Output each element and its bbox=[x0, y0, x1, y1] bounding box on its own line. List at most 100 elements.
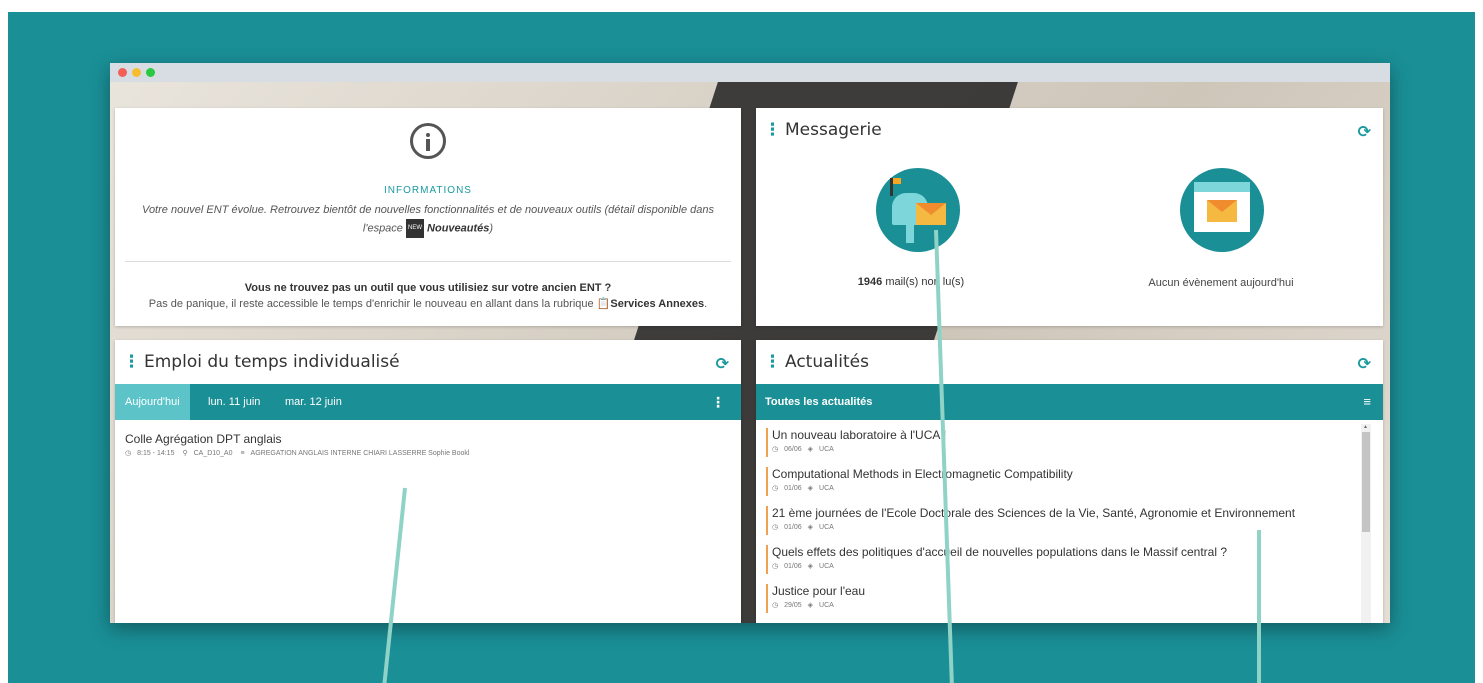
course-title[interactable]: Colle Agrégation DPT anglais bbox=[125, 432, 282, 446]
actualites-card: ⋮ Actualités ⟳ Toutes les actualités ≡ Un… bbox=[756, 340, 1383, 623]
minimize-dot[interactable] bbox=[132, 68, 141, 77]
list-icon: ≡ bbox=[240, 450, 245, 457]
clock-icon: ◷ bbox=[772, 524, 779, 531]
pointer-line-news bbox=[1257, 530, 1261, 683]
course-group: AGREGATION ANGLAIS INTERNE CHIARI LASSER… bbox=[250, 450, 470, 457]
layers-icon: ◈ bbox=[807, 524, 814, 531]
course-time: 8:15 - 14:15 bbox=[137, 450, 175, 457]
news-meta: ◷ 06/06 ◈ UCA bbox=[772, 443, 1358, 457]
envelope-icon bbox=[916, 203, 946, 225]
tab-mar-12-juin[interactable]: mar. 12 juin bbox=[275, 384, 352, 420]
mail-count-label: mail(s) non lu(s) bbox=[882, 276, 965, 288]
drag-handle-icon[interactable]: ⋮ bbox=[764, 120, 781, 140]
edt-title-text: Emploi du temps individualisé bbox=[144, 352, 400, 372]
background-photo: INFORMATIONS Votre nouvel ENT évolue. Re… bbox=[110, 82, 1390, 623]
news-item[interactable]: Un nouveau laboratoire à l'UCA ! ◷ 06/06 ◈… bbox=[766, 428, 1358, 457]
new-badge-icon: NEW bbox=[405, 219, 424, 238]
actualites-title-text: Actualités bbox=[785, 352, 869, 372]
mail-count-number: 1946 bbox=[857, 276, 883, 288]
mailbox-post bbox=[906, 223, 914, 243]
hint-end: . bbox=[704, 298, 708, 310]
news-date: 01/06 bbox=[784, 563, 802, 570]
news-item[interactable]: Quels effets des politiques d'accueil de… bbox=[766, 545, 1358, 574]
news-title[interactable]: Computational Methods in Electromagnetic… bbox=[772, 467, 1358, 482]
layers-icon: ◈ bbox=[807, 446, 814, 453]
actualites-title: ⋮ Actualités bbox=[764, 352, 869, 372]
filter-icon[interactable]: ≡ bbox=[1363, 394, 1371, 409]
drag-handle-icon[interactable]: ⋮ bbox=[764, 352, 781, 372]
no-event-text: Aucun évènement aujourd'hui bbox=[1148, 277, 1294, 289]
browser-window: INFORMATIONS Votre nouvel ENT évolue. Re… bbox=[110, 63, 1390, 623]
drag-handle-icon[interactable]: ⋮ bbox=[123, 352, 140, 372]
news-title[interactable]: Justice pour l'eau bbox=[772, 584, 1358, 599]
news-source: UCA bbox=[819, 485, 834, 492]
tab-lun-11-juin[interactable]: lun. 11 juin bbox=[198, 384, 270, 420]
edt-title: ⋮ Emploi du temps individualisé bbox=[123, 352, 400, 372]
news-item[interactable]: Computational Methods in Electromagnetic… bbox=[766, 467, 1358, 496]
news-meta: ◷ 01/06 ◈ UCA bbox=[772, 560, 1358, 574]
emploi-du-temps-card: ⋮ Emploi du temps individualisé ⟳ Aujourd… bbox=[115, 340, 741, 623]
news-meta: ◷ 01/06 ◈ UCA bbox=[772, 482, 1358, 496]
news-source: UCA bbox=[819, 446, 834, 453]
news-date: 29/05 bbox=[784, 602, 802, 609]
layers-icon: ◈ bbox=[807, 563, 814, 570]
divider bbox=[125, 261, 731, 262]
envelope-icon bbox=[1207, 200, 1237, 222]
news-meta: ◷ 29/05 ◈ UCA bbox=[772, 599, 1358, 613]
news-source: UCA bbox=[819, 563, 834, 570]
messagerie-title-text: Messagerie bbox=[785, 120, 882, 140]
old-ent-hint: Pas de panique, il reste accessible le t… bbox=[115, 297, 741, 310]
location-pin-icon: ⚲ bbox=[182, 450, 188, 457]
services-annexes-link[interactable]: Services Annexes bbox=[610, 298, 704, 310]
news-date: 06/06 bbox=[784, 446, 802, 453]
news-title[interactable]: Un nouveau laboratoire à l'UCA ! bbox=[772, 428, 1358, 443]
flag-icon bbox=[890, 178, 901, 196]
layers-icon: ◈ bbox=[807, 485, 814, 492]
refresh-icon[interactable]: ⟳ bbox=[1358, 122, 1371, 142]
news-filter-bar: Toutes les actualités ≡ bbox=[756, 384, 1383, 420]
clock-icon: ◷ bbox=[772, 485, 779, 492]
hint-text: Pas de panique, il reste accessible le t… bbox=[148, 298, 597, 310]
refresh-icon[interactable]: ⟳ bbox=[1358, 354, 1371, 374]
news-date: 01/06 bbox=[784, 485, 802, 492]
clock-icon: ◷ bbox=[125, 450, 132, 457]
news-title[interactable]: 21 ème journées de l'Ecole Doctorale des… bbox=[772, 506, 1358, 521]
calendar-icon[interactable] bbox=[1180, 168, 1264, 252]
old-ent-question: Vous ne trouvez pas un outil que vous ut… bbox=[244, 282, 612, 294]
refresh-icon[interactable]: ⟳ bbox=[716, 354, 729, 374]
edt-tabbar: Aujourd'hui lun. 11 juin mar. 12 juin ⋮ bbox=[115, 384, 741, 420]
informations-card: INFORMATIONS Votre nouvel ENT évolue. Re… bbox=[115, 108, 741, 326]
course-room: CA_D10_A0 bbox=[193, 450, 233, 457]
clock-icon: ◷ bbox=[772, 602, 779, 609]
maximize-dot[interactable] bbox=[146, 68, 155, 77]
news-title[interactable]: Quels effets des politiques d'accueil de… bbox=[772, 545, 1358, 560]
news-list: Un nouveau laboratoire à l'UCA ! ◷ 06/06 ◈… bbox=[766, 428, 1358, 623]
clipboard-icon: 📋 bbox=[596, 298, 611, 310]
info-icon bbox=[410, 123, 446, 159]
news-source: UCA bbox=[819, 602, 834, 609]
informations-text: Votre nouvel ENT évolue. Retrouvez bient… bbox=[125, 202, 731, 238]
close-dot[interactable] bbox=[118, 68, 127, 77]
informations-heading: INFORMATIONS bbox=[384, 185, 472, 196]
top-strip bbox=[0, 0, 1483, 12]
news-item[interactable]: Justice pour l'eau ◷ 29/05 ◈ UCA bbox=[766, 584, 1358, 613]
clock-icon: ◷ bbox=[772, 563, 779, 570]
news-scrollbar[interactable]: ▲ ▼ bbox=[1361, 424, 1371, 623]
news-source: UCA bbox=[819, 524, 834, 531]
messagerie-title: ⋮ Messagerie bbox=[764, 120, 882, 140]
right-strip bbox=[1475, 0, 1483, 683]
window-titlebar bbox=[110, 63, 1390, 82]
tab-aujourdhui[interactable]: Aujourd'hui bbox=[115, 384, 190, 420]
all-news-label[interactable]: Toutes les actualités bbox=[765, 384, 872, 420]
scroll-thumb[interactable] bbox=[1362, 432, 1370, 532]
nouveautes-link[interactable]: Nouveautés bbox=[427, 222, 489, 234]
left-strip bbox=[0, 0, 8, 683]
unread-mail-count[interactable]: 1946 mail(s) non lu(s) bbox=[801, 276, 1021, 288]
more-options-icon[interactable]: ⋮ bbox=[711, 394, 725, 411]
messagerie-card: ⋮ Messagerie ⟳ 1946 mail(s) non lu(s) Auc… bbox=[756, 108, 1383, 326]
course-meta: ◷ 8:15 - 14:15 ⚲ CA_D10_A0 ≡ AGREGATION ANG… bbox=[125, 449, 475, 457]
scroll-up-icon[interactable]: ▲ bbox=[1363, 424, 1368, 430]
news-item[interactable]: 21 ème journées de l'Ecole Doctorale des… bbox=[766, 506, 1358, 535]
mailbox-icon[interactable] bbox=[876, 168, 960, 252]
layers-icon: ◈ bbox=[807, 602, 814, 609]
